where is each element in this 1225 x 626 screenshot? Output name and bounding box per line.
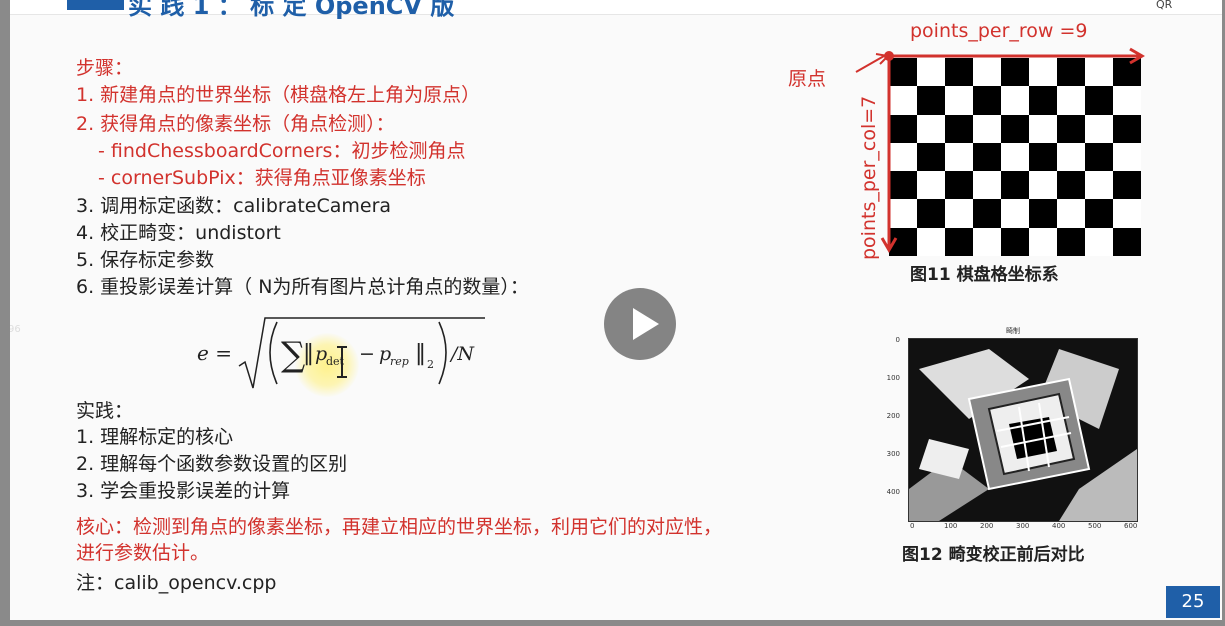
x-tick: 400 bbox=[1052, 522, 1066, 530]
x-tick: 600 bbox=[1124, 522, 1138, 530]
minus-sign: − bbox=[359, 343, 375, 365]
x-tick: 300 bbox=[1016, 522, 1030, 530]
step-3: 3. 调用标定函数：calibrateCamera bbox=[76, 195, 392, 217]
norm-left: ‖ bbox=[303, 341, 314, 366]
rep-subscript: rep bbox=[390, 355, 409, 368]
qr-code-icon: QR bbox=[1156, 0, 1173, 11]
left-edge-text: 96 bbox=[10, 324, 21, 335]
origin-dot bbox=[884, 51, 894, 61]
practice-2: 2. 理解每个函数参数设置的区别 bbox=[76, 453, 348, 475]
y-tick: 200 bbox=[886, 412, 900, 420]
x-tick: 0 bbox=[910, 522, 915, 530]
plot-title: 畸制 bbox=[1006, 327, 1020, 335]
y-tick: 0 bbox=[895, 336, 900, 344]
practice-3: 3. 学会重投影误差的计算 bbox=[76, 480, 291, 502]
figure-12-caption: 图12 畸变校正前后对比 bbox=[902, 545, 1085, 565]
step-2: 2. 获得角点的像素坐标（角点检测）： bbox=[76, 113, 395, 135]
practice-1: 1. 理解标定的核心 bbox=[76, 426, 234, 448]
text-cursor-icon bbox=[337, 346, 347, 378]
y-tick: 300 bbox=[886, 450, 900, 458]
norm-right: ‖ bbox=[415, 341, 426, 366]
x-tick: 500 bbox=[1088, 522, 1102, 530]
divide-n: /N bbox=[449, 343, 475, 365]
right-paren bbox=[438, 321, 447, 385]
steps-heading: 步骤： bbox=[76, 57, 134, 79]
play-icon bbox=[633, 308, 659, 340]
left-paren bbox=[269, 321, 278, 385]
norm-subscript: 2 bbox=[427, 358, 434, 371]
step-1: 1. 新建角点的世界坐标（棋盘格左上角为原点） bbox=[76, 84, 481, 106]
page-number: 25 bbox=[1166, 586, 1220, 618]
x-tick: 100 bbox=[944, 522, 958, 530]
y-tick: 100 bbox=[886, 374, 900, 382]
step-4: 4. 校正畸变：undistort bbox=[76, 222, 281, 244]
formula-lhs: e = bbox=[197, 341, 232, 365]
x-tick: 200 bbox=[980, 522, 994, 530]
y-tick: 400 bbox=[886, 488, 900, 496]
step-5: 5. 保存标定参数 bbox=[76, 249, 215, 271]
distortion-figure: 畸制 0 100 200 300 400 0 100 200 300 400 5… bbox=[880, 324, 1150, 574]
practice-heading: 实践： bbox=[76, 400, 134, 422]
undistorted-image bbox=[908, 338, 1138, 522]
note-file: 注：calib_opencv.cpp bbox=[76, 572, 277, 594]
figure-11-caption: 图11 棋盘格坐标系 bbox=[910, 265, 1059, 285]
axis-arrows bbox=[855, 47, 1145, 253]
core-line-2: 进行参数估计。 bbox=[76, 542, 210, 564]
undistorted-image-art bbox=[909, 339, 1137, 521]
step-2a: - findChessboardCorners：初步检测角点 bbox=[98, 140, 466, 162]
core-line-1: 核心：检测到角点的像素坐标，再建立相应的世界坐标，利用它们的对应性， bbox=[76, 516, 723, 538]
step-2b: - cornerSubPix：获得角点亚像素坐标 bbox=[98, 167, 426, 189]
chessboard-figure: points_per_row =9 原点 points_per_col=7 图1… bbox=[770, 16, 1150, 285]
title-accent-block bbox=[67, 0, 124, 10]
origin-pointer bbox=[855, 55, 885, 73]
play-button[interactable] bbox=[604, 288, 676, 360]
sum-symbol: ∑ bbox=[281, 335, 305, 375]
step-6: 6. 重投影误差计算（ N为所有图片总计角点的数量）： bbox=[76, 276, 529, 298]
slide-title: 实 践 1 ： 标 定 OpenCV 版 bbox=[128, 0, 455, 20]
